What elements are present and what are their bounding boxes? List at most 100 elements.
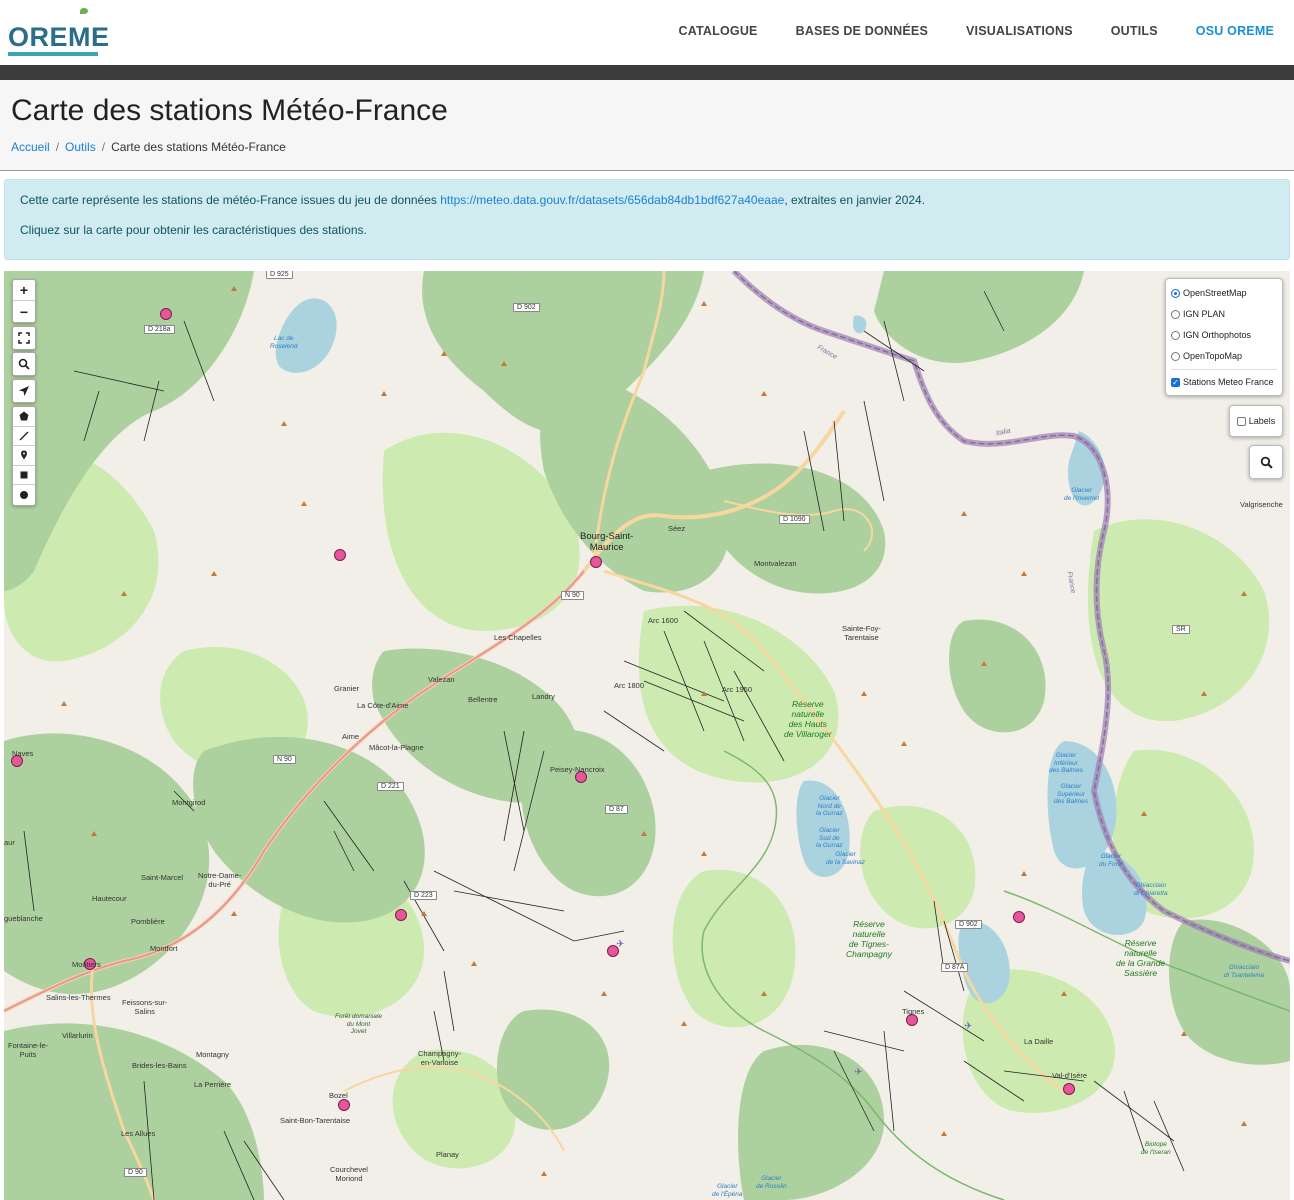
station-marker[interactable] <box>590 556 602 568</box>
place-label: Arc 1950 <box>722 685 753 694</box>
nav-bases-de-donnees[interactable]: BASES DE DONNÉES <box>796 24 928 38</box>
circle-icon <box>20 490 28 499</box>
place-label: gueblanche <box>4 914 43 923</box>
place-label: Aime <box>342 732 360 741</box>
place-label: Saint-Marcel <box>141 873 184 882</box>
radio-button[interactable] <box>1171 330 1180 340</box>
station-marker[interactable] <box>338 1099 350 1111</box>
breadcrumb-separator: / <box>101 140 106 154</box>
station-marker[interactable] <box>334 549 346 561</box>
breadcrumb: Accueil / Outils / Carte des stations Météo-… <box>11 140 286 154</box>
place-label: Naves <box>12 749 34 758</box>
info-text-end: , extraites en janvier 2024. <box>784 193 926 207</box>
reserve-label: Réserve naturelle des Hauts de Villaroge… <box>784 699 832 739</box>
layer-option-ign-orthophotos[interactable]: IGN Orthophotos <box>1171 330 1251 340</box>
place-label: La Côte-d'Aime <box>357 701 409 710</box>
glacier-label: Ghiacciaio di Ghiaretta <box>1134 882 1168 897</box>
place-label: Salins-les-Thermes <box>46 993 111 1002</box>
layer-label: IGN PLAN <box>1183 309 1226 319</box>
info-alert: Cette carte représente les stations de m… <box>4 179 1290 260</box>
geosearch-button[interactable] <box>12 352 36 376</box>
locate-button[interactable] <box>12 379 36 403</box>
layer-option-ign-plan[interactable]: IGN PLAN <box>1171 309 1225 319</box>
draw-circle-button[interactable] <box>13 485 35 505</box>
zoom-control: + − <box>12 279 36 323</box>
radio-button[interactable] <box>1171 288 1180 298</box>
place-label: Mâcot-la-Plagne <box>369 743 424 752</box>
station-marker[interactable] <box>160 308 172 320</box>
reserve-label: Réserve naturelle de la Grande Sassière <box>1116 938 1166 978</box>
oreme-logo[interactable]: OREME <box>8 8 110 56</box>
station-marker[interactable] <box>607 945 619 957</box>
station-marker[interactable] <box>1013 911 1025 923</box>
draw-polyline-button[interactable] <box>13 427 35 446</box>
nav-visualisations[interactable]: VISUALISATIONS <box>966 24 1073 38</box>
road-label: D 902 <box>955 920 982 929</box>
place-label: Arc 1600 <box>648 616 679 625</box>
place-label: Champagny- en-Vanoise <box>418 1049 461 1067</box>
labels-toggle[interactable]: Labels <box>1229 405 1283 437</box>
station-marker[interactable] <box>906 1014 918 1026</box>
forest-label: Forêt domaniale du Mont Jovet <box>335 1013 382 1035</box>
breadcrumb-outils[interactable]: Outils <box>65 140 96 154</box>
nav-catalogue[interactable]: CATALOGUE <box>678 24 757 38</box>
nav-osu-oreme[interactable]: OSU OREME <box>1196 24 1274 38</box>
map-search-button[interactable] <box>1249 445 1283 479</box>
glacier-label: Glacier Sud de la Gurraz <box>816 827 843 849</box>
glacier-label: Glacier du Fond <box>1099 853 1123 868</box>
polygon-icon <box>19 411 29 421</box>
logo-underline <box>8 52 98 56</box>
place-label: Valgrisenche <box>1240 500 1283 509</box>
checkbox[interactable]: ✓ <box>1171 377 1180 387</box>
breadcrumb-current: Carte des stations Météo-France <box>111 140 286 154</box>
overlay-option-stations[interactable]: ✓ Stations Meteo France <box>1171 377 1274 387</box>
radio-button[interactable] <box>1171 351 1180 361</box>
place-label: Peisey-Nancroix <box>550 765 605 774</box>
place-label: Villarlurin <box>62 1031 93 1040</box>
road-label: D 925 <box>266 271 293 279</box>
station-marker[interactable] <box>1063 1083 1075 1095</box>
labels-checkbox[interactable] <box>1236 416 1246 426</box>
biotope-label: Biotope de l'Iseran <box>1141 1141 1171 1156</box>
logo-leaf-icon <box>80 8 88 14</box>
place-label: La Perrière <box>194 1080 232 1089</box>
glacier-label: Ghiacciaio di Tsanteleina <box>1224 964 1264 979</box>
zoom-in-button[interactable]: + <box>13 280 35 301</box>
layer-label: OpenTopoMap <box>1183 351 1243 361</box>
draw-marker-button[interactable] <box>13 446 35 466</box>
polyline-icon <box>19 431 29 441</box>
road-label: D 90 <box>124 1168 147 1177</box>
map-container[interactable]: ✈ ✈ ✈ Bourg-Saint- Maurice Séez Montvale… <box>4 271 1290 1200</box>
station-marker[interactable] <box>395 909 407 921</box>
draw-rectangle-button[interactable] <box>13 466 35 485</box>
road-label: D 902 <box>513 303 540 312</box>
logo-text: OREME <box>8 22 110 52</box>
layer-option-opentopomap[interactable]: OpenTopoMap <box>1171 351 1242 361</box>
layer-option-openstreetmap[interactable]: OpenStreetMap <box>1171 288 1247 298</box>
fullscreen-button[interactable] <box>12 326 36 350</box>
place-label: Courchevel Moriond <box>330 1165 368 1183</box>
place-label: Sainte-Foy- Tarentaise <box>842 624 881 642</box>
info-text: Cette carte représente les stations de m… <box>20 193 441 207</box>
place-label: Montvalezan <box>754 559 797 568</box>
draw-polygon-button[interactable] <box>13 407 35 427</box>
place-label: Bourg-Saint- Maurice <box>580 531 634 553</box>
marker-icon <box>21 450 27 460</box>
radio-button[interactable] <box>1171 309 1180 319</box>
road-label: SR <box>1172 625 1190 634</box>
breadcrumb-accueil[interactable]: Accueil <box>11 140 50 154</box>
dataset-link[interactable]: https://meteo.data.gouv.fr/datasets/656d… <box>440 193 784 207</box>
glacier-label: Glacier de Rosolin <box>756 1175 787 1190</box>
place-label: Pomblière <box>131 917 165 926</box>
zoom-out-button[interactable]: − <box>13 301 35 322</box>
reserve-label: Réserve naturelle de Tignes- Champagny <box>846 919 892 959</box>
place-label: Bellentre <box>468 695 498 704</box>
header-divider-bar <box>0 65 1294 80</box>
layer-divider <box>1171 369 1277 370</box>
overlay-label: Stations Meteo France <box>1183 377 1274 387</box>
glacier-label: Glacier Supérieur des Balmes <box>1054 783 1088 805</box>
nav-outils[interactable]: OUTILS <box>1111 24 1158 38</box>
info-line-2: Cliquez sur la carte pour obtenir les ca… <box>20 223 367 237</box>
place-label: Landry <box>532 692 555 701</box>
layer-label: IGN Orthophotos <box>1183 330 1252 340</box>
